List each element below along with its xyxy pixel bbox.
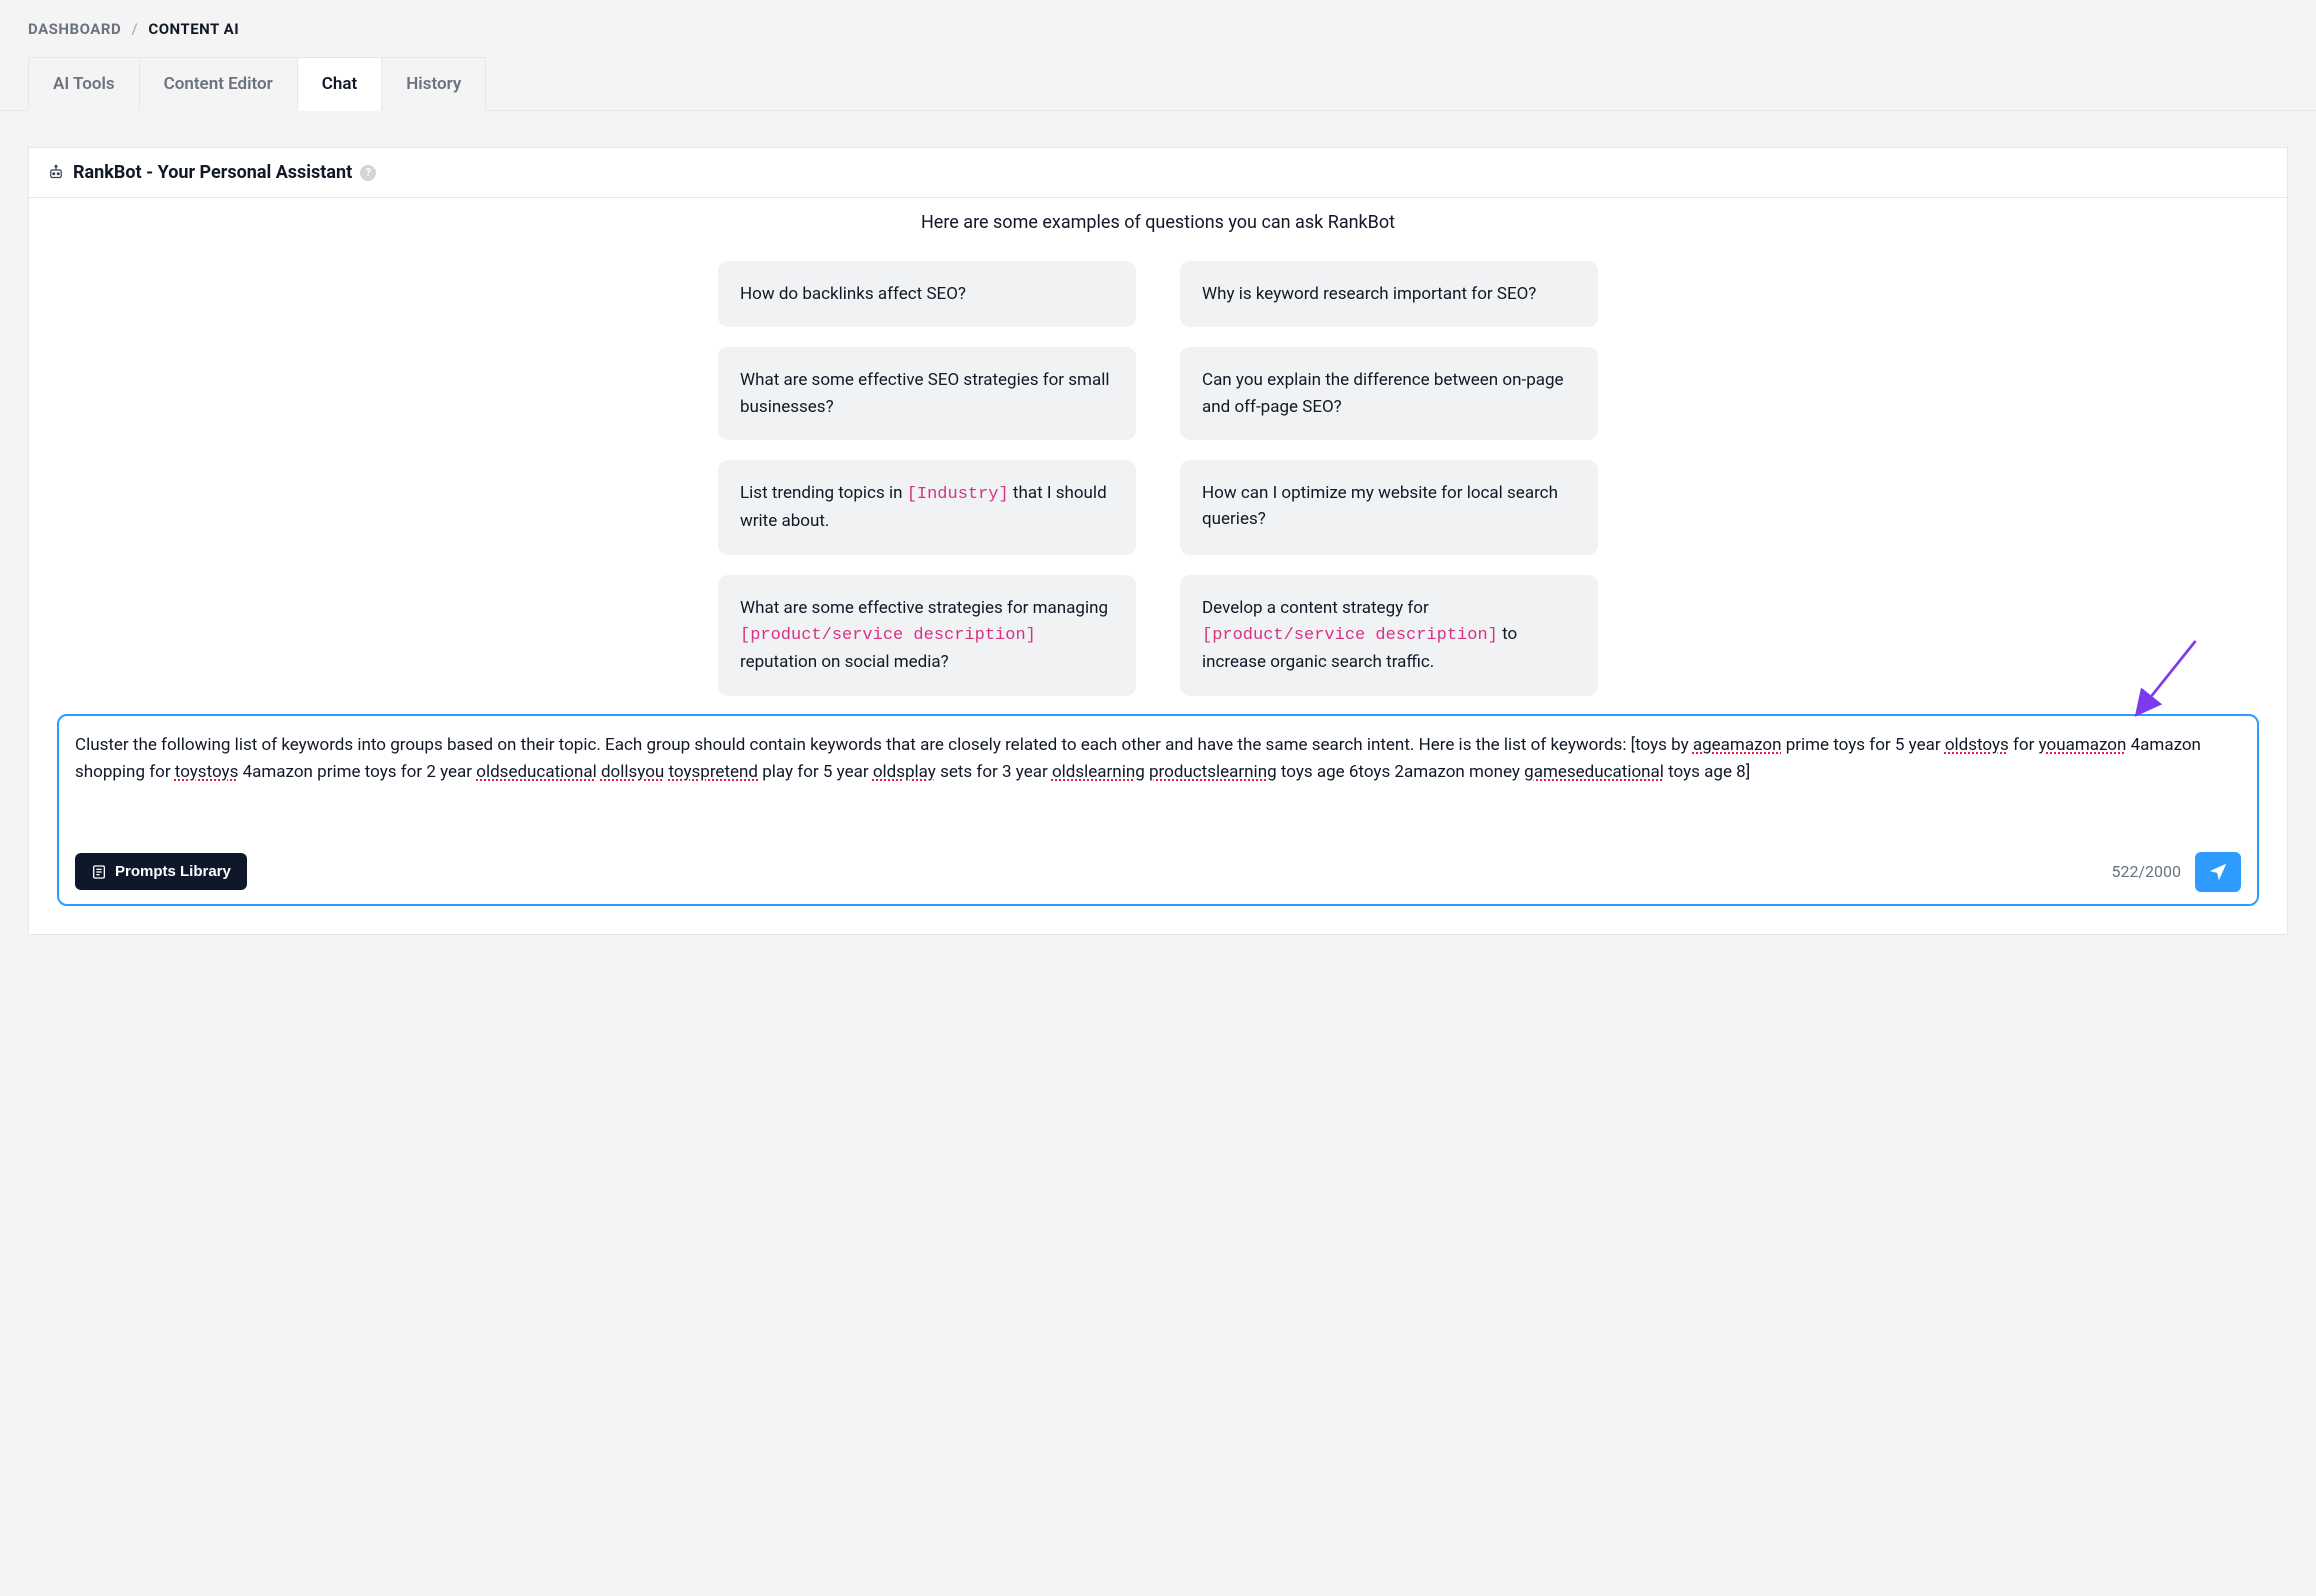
- spell-error-word: toyspretend: [669, 762, 759, 782]
- panel-header: RankBot - Your Personal Assistant ?: [29, 148, 2287, 198]
- spell-error-word: ageamazon: [1693, 735, 1782, 755]
- spell-error-word: productslearning: [1149, 762, 1277, 782]
- example-question[interactable]: Develop a content strategy for [product/…: [1180, 575, 1598, 696]
- example-text: reputation on social media?: [740, 652, 949, 672]
- char-count: 522/2000: [2111, 862, 2181, 881]
- spell-error-word: oldseducational: [476, 762, 596, 782]
- prompts-library-label: Prompts Library: [115, 863, 231, 880]
- send-icon: [2207, 861, 2229, 883]
- example-text: How do backlinks affect SEO?: [740, 284, 966, 304]
- example-text: List trending topics in: [740, 483, 907, 503]
- tabs: AI ToolsContent EditorChatHistory: [0, 56, 2316, 111]
- breadcrumb: DASHBOARD / CONTENT AI: [28, 20, 2288, 38]
- breadcrumb-root[interactable]: DASHBOARD: [28, 20, 121, 38]
- example-text: How can I optimize my website for local …: [1202, 483, 1558, 529]
- tab-history[interactable]: History: [381, 57, 486, 111]
- breadcrumb-separator: /: [131, 20, 138, 38]
- chat-text: prime toys for 5 year: [1781, 735, 1944, 755]
- placeholder-token: [product/service description]: [740, 626, 1036, 645]
- chat-text: sets for 3 year: [936, 762, 1052, 782]
- bot-icon: [47, 164, 65, 182]
- chat-text: for: [2009, 735, 2039, 755]
- example-question[interactable]: How can I optimize my website for local …: [1180, 460, 1598, 555]
- chat-input-container: Cluster the following list of keywords i…: [57, 714, 2259, 906]
- panel-title: RankBot - Your Personal Assistant: [73, 162, 352, 183]
- example-question[interactable]: List trending topics in [Industry] that …: [718, 460, 1136, 555]
- example-question[interactable]: Can you explain the difference between o…: [1180, 347, 1598, 440]
- chat-text: play for 5 year: [758, 762, 873, 782]
- example-text: Develop a content strategy for: [1202, 598, 1429, 618]
- example-text: What are some effective strategies for m…: [740, 598, 1108, 618]
- spell-error-word: oldslearning: [1052, 762, 1145, 782]
- placeholder-token: [product/service description]: [1202, 626, 1498, 645]
- example-question[interactable]: What are some effective SEO strategies f…: [718, 347, 1136, 440]
- spell-error-word: oldsplay: [873, 762, 936, 782]
- example-question[interactable]: How do backlinks affect SEO?: [718, 261, 1136, 327]
- breadcrumb-current: CONTENT AI: [148, 20, 239, 38]
- library-icon: [91, 864, 107, 880]
- chat-text: toys age 8]: [1664, 762, 1750, 782]
- example-questions-grid: How do backlinks affect SEO? Why is keywo…: [718, 261, 1598, 696]
- rankbot-panel: RankBot - Your Personal Assistant ? Here…: [28, 147, 2288, 935]
- example-question[interactable]: What are some effective strategies for m…: [718, 575, 1136, 696]
- chat-text: 4amazon prime toys for 2 year: [238, 762, 476, 782]
- spell-error-word: youamazon: [2039, 735, 2127, 755]
- tab-ai-tools[interactable]: AI Tools: [28, 57, 140, 111]
- spell-error-word: oldstoys: [1945, 735, 2009, 755]
- example-text: Why is keyword research important for SE…: [1202, 284, 1536, 304]
- spell-error-word: dollsyou: [601, 762, 664, 782]
- placeholder-token: [Industry]: [907, 485, 1009, 504]
- tab-content-editor[interactable]: Content Editor: [139, 57, 298, 111]
- chat-text: Cluster the following list of keywords i…: [75, 735, 1693, 755]
- help-icon[interactable]: ?: [360, 165, 376, 181]
- chat-text: toys age 6toys 2amazon money: [1277, 762, 1525, 782]
- example-question[interactable]: Why is keyword research important for SE…: [1180, 261, 1598, 327]
- example-text: What are some effective SEO strategies f…: [740, 370, 1109, 416]
- send-button[interactable]: [2195, 852, 2241, 892]
- tab-chat[interactable]: Chat: [297, 57, 382, 111]
- example-text: Can you explain the difference between o…: [1202, 370, 1564, 416]
- prompts-library-button[interactable]: Prompts Library: [75, 853, 247, 890]
- intro-text: Here are some examples of questions you …: [47, 212, 2269, 233]
- spell-error-word: toystoys: [175, 762, 239, 782]
- spell-error-word: gameseducational: [1524, 762, 1664, 782]
- chat-input[interactable]: Cluster the following list of keywords i…: [75, 732, 2241, 842]
